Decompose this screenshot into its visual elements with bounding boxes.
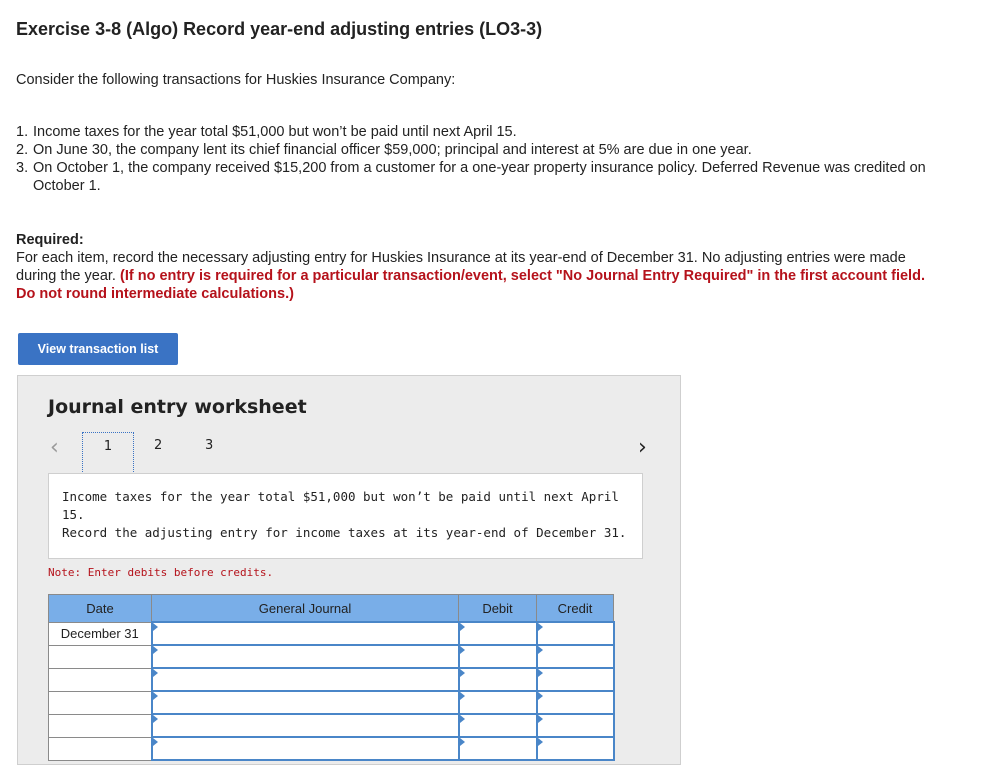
- credit-input[interactable]: [535, 690, 615, 715]
- worksheet-title: Journal entry worksheet: [48, 396, 307, 418]
- credit-input[interactable]: [535, 644, 615, 669]
- debit-input[interactable]: [457, 713, 538, 738]
- date-cell: [48, 667, 152, 692]
- credit-input[interactable]: [535, 713, 615, 738]
- table-row: [48, 713, 615, 738]
- account-input[interactable]: [150, 690, 460, 715]
- transaction-description: Income taxes for the year total $51,000 …: [48, 473, 643, 559]
- account-input[interactable]: [150, 667, 460, 692]
- credit-input[interactable]: [535, 621, 615, 646]
- account-input[interactable]: [150, 713, 460, 738]
- required-section: Required: For each item, record the nece…: [16, 231, 946, 303]
- table-row: [48, 690, 615, 715]
- required-label: Required:: [16, 232, 84, 248]
- transaction-item: 3. On October 1, the company received $15…: [16, 159, 946, 195]
- transaction-number: 1.: [16, 124, 29, 140]
- page-tab-1[interactable]: 1: [82, 432, 134, 476]
- date-cell: [48, 644, 152, 669]
- transaction-number: 3.: [16, 160, 29, 176]
- date-cell: December 31: [48, 621, 152, 646]
- transaction-list: 1. Income taxes for the year total $51,00…: [16, 123, 946, 195]
- transaction-number: 2.: [16, 142, 29, 158]
- credit-header: Credit: [536, 594, 614, 623]
- transaction-text: On October 1, the company received $15,2…: [33, 160, 926, 194]
- debit-input[interactable]: [457, 644, 538, 669]
- intro-text: Consider the following transactions for …: [16, 72, 456, 88]
- note-text: Note: Enter debits before credits.: [48, 566, 274, 579]
- prev-arrow-icon[interactable]: ‹: [50, 435, 59, 460]
- exercise-title: Exercise 3-8 (Algo) Record year-end adju…: [16, 19, 543, 39]
- transaction-item: 2. On June 30, the company lent its chief…: [16, 141, 946, 159]
- general-journal-header: General Journal: [151, 594, 459, 623]
- description-line: Record the adjusting entry for income ta…: [62, 525, 627, 540]
- debit-input[interactable]: [457, 621, 538, 646]
- debit-input[interactable]: [457, 667, 538, 692]
- required-instruction: (If no entry is required for a particula…: [16, 268, 925, 302]
- description-line: Income taxes for the year total $51,000 …: [62, 489, 619, 522]
- date-cell: [48, 736, 152, 761]
- date-cell: [48, 713, 152, 738]
- date-header: Date: [48, 594, 152, 623]
- page-tab-3[interactable]: 3: [205, 438, 213, 453]
- transaction-item: 1. Income taxes for the year total $51,00…: [16, 123, 946, 141]
- table-row: December 31: [48, 621, 615, 646]
- debit-header: Debit: [458, 594, 537, 623]
- credit-input[interactable]: [535, 667, 615, 692]
- account-input[interactable]: [150, 621, 460, 646]
- table-row: [48, 736, 615, 761]
- credit-input[interactable]: [535, 736, 615, 761]
- table-row: [48, 667, 615, 692]
- view-transaction-list-button[interactable]: View transaction list: [18, 333, 178, 365]
- journal-table: Date General Journal Debit Credit Decemb…: [48, 594, 615, 761]
- next-arrow-icon[interactable]: ›: [638, 435, 647, 460]
- debit-input[interactable]: [457, 690, 538, 715]
- date-cell: [48, 690, 152, 715]
- transaction-text: Income taxes for the year total $51,000 …: [33, 124, 517, 140]
- transaction-text: On June 30, the company lent its chief f…: [33, 142, 752, 158]
- table-row: [48, 644, 615, 669]
- journal-entry-worksheet: Journal entry worksheet ‹ 1 2 3 › Income…: [17, 375, 681, 765]
- debit-input[interactable]: [457, 736, 538, 761]
- account-input[interactable]: [150, 644, 460, 669]
- account-input[interactable]: [150, 736, 460, 761]
- page-tab-2[interactable]: 2: [154, 438, 162, 453]
